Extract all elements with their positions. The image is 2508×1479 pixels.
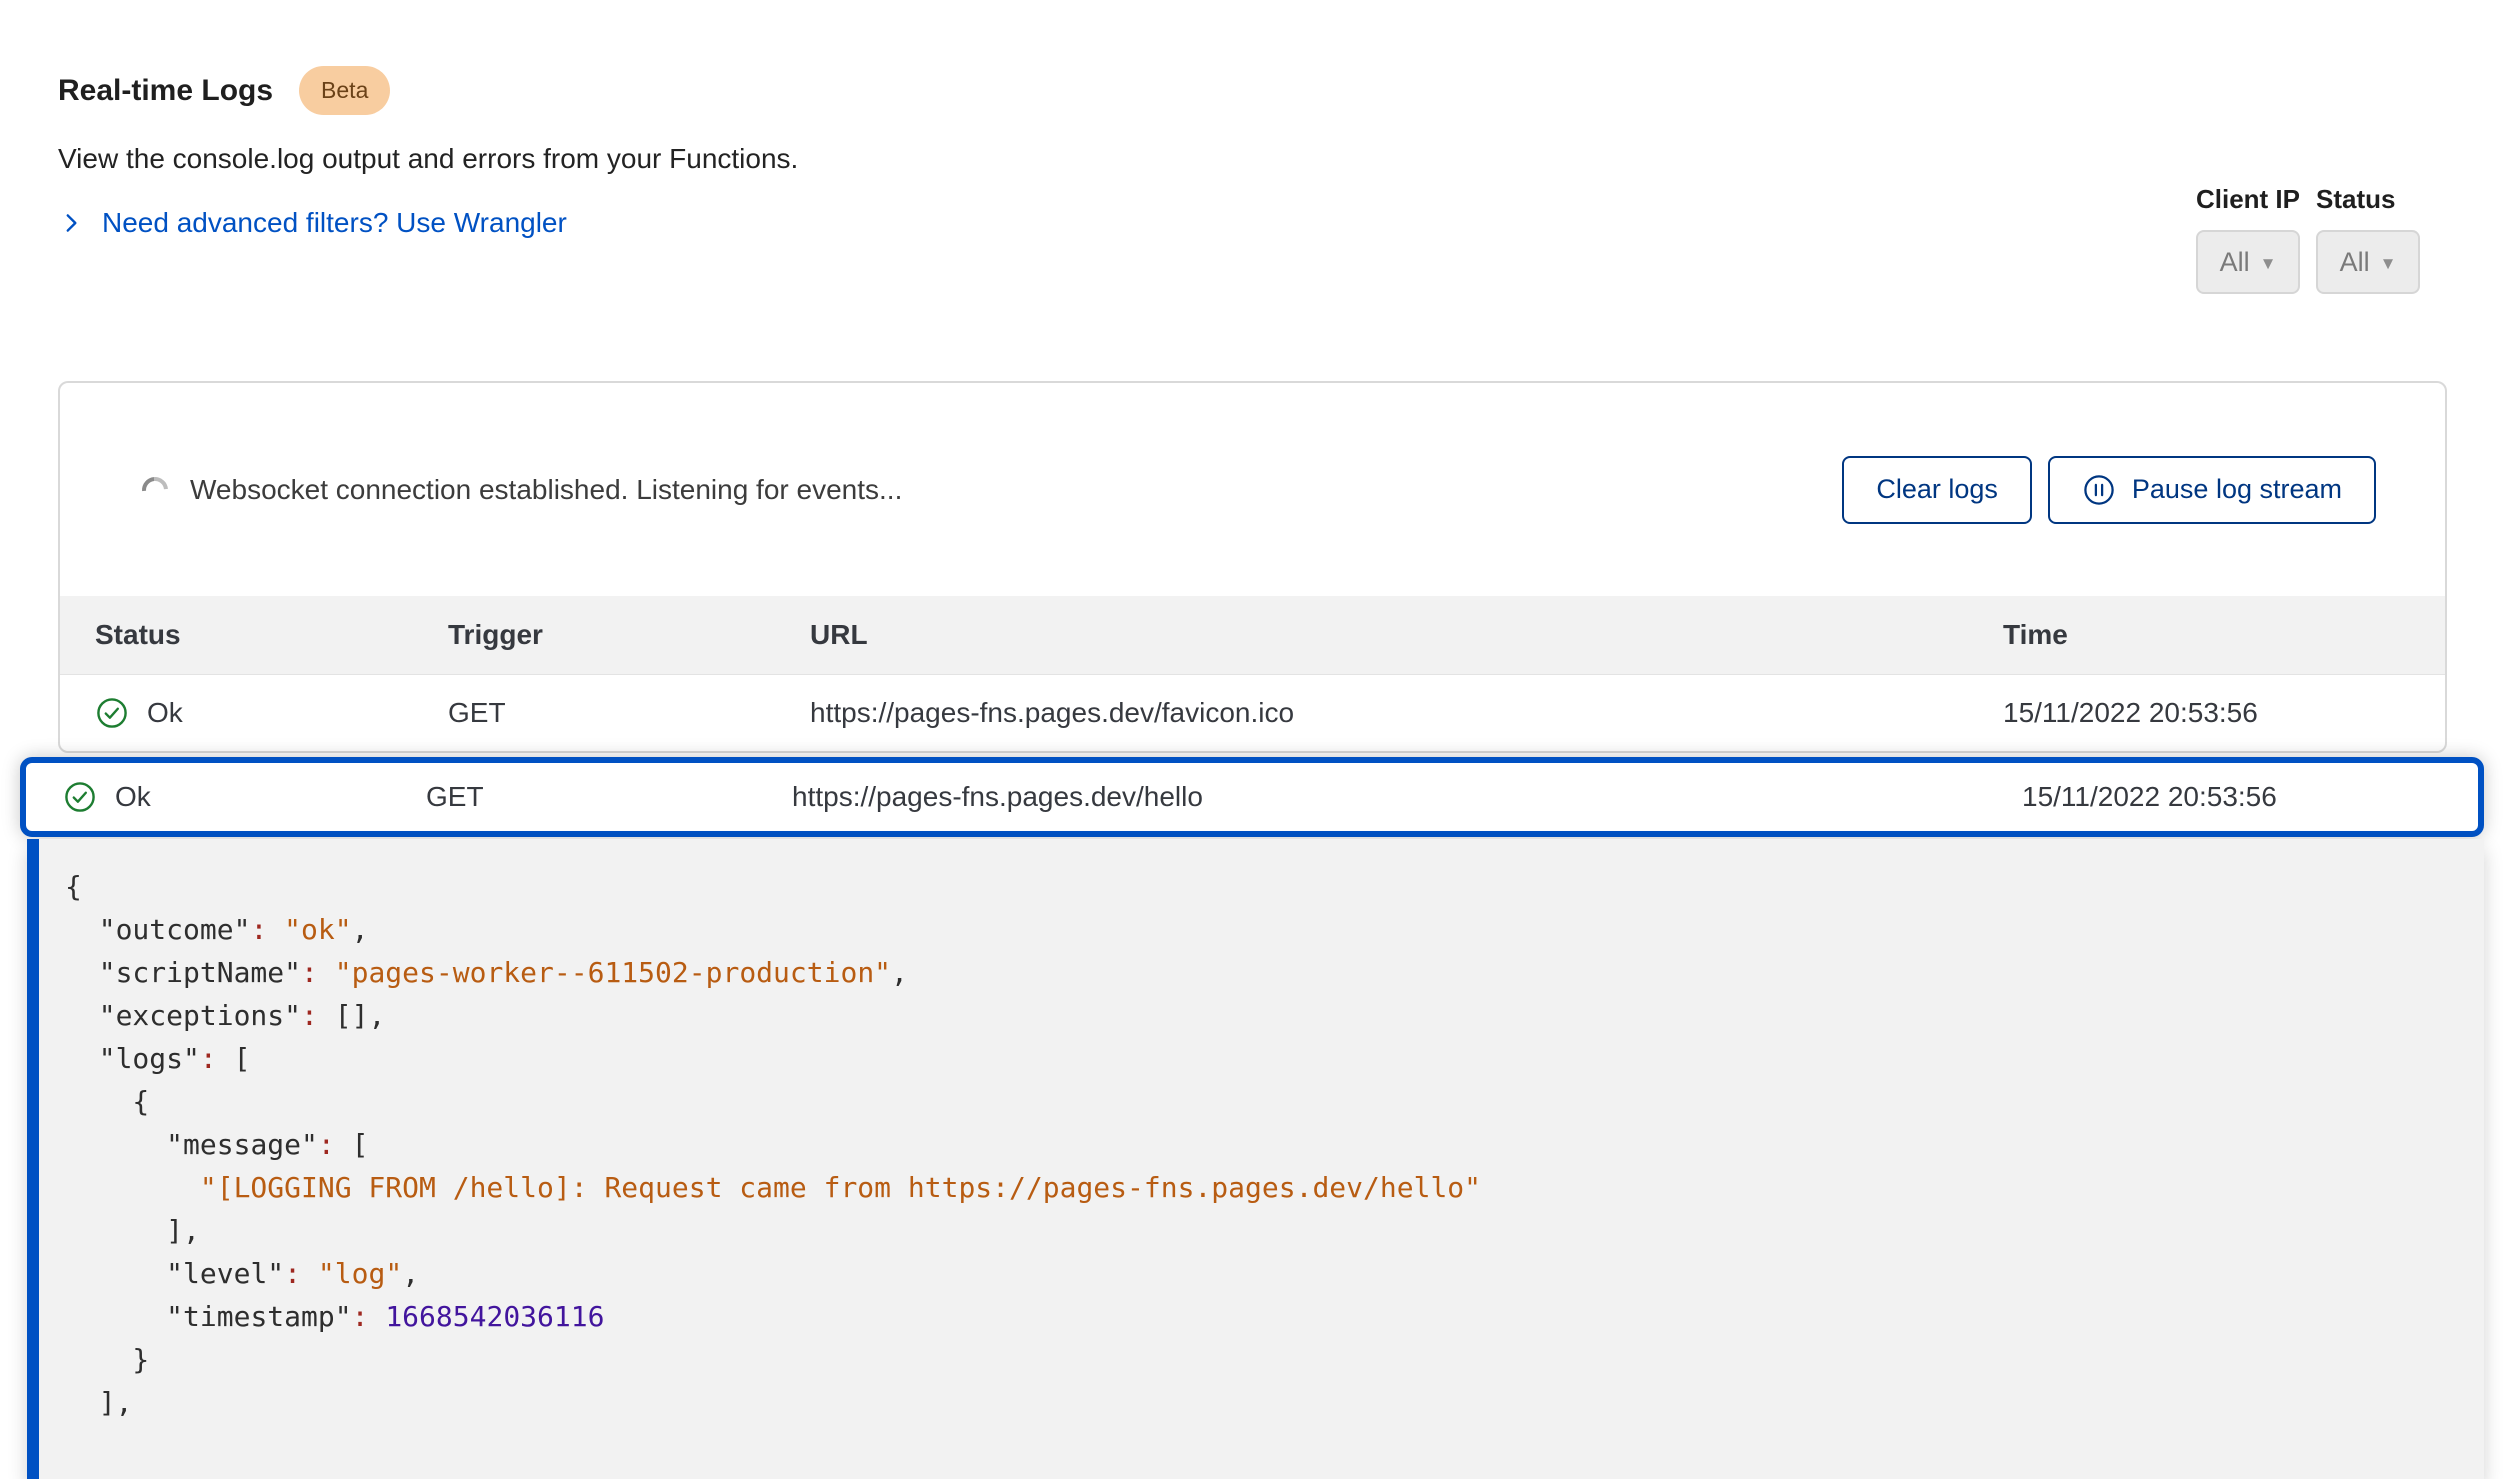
status-filter-value: All xyxy=(2340,247,2370,278)
client-ip-value: All xyxy=(2220,247,2250,278)
check-circle-icon xyxy=(63,780,97,814)
expanded-log-entry: Ok GET https://pages-fns.pages.dev/hello… xyxy=(20,757,2484,1479)
logs-card: Websocket connection established. Listen… xyxy=(58,381,2447,753)
check-circle-icon xyxy=(95,696,129,730)
log-table-header: Status Trigger URL Time xyxy=(60,596,2445,674)
client-ip-dropdown[interactable]: All ▼ xyxy=(2196,230,2300,294)
stream-status-bar: Websocket connection established. Listen… xyxy=(60,383,2445,596)
page-header: Real-time Logs Beta View the console.log… xyxy=(0,0,2508,239)
caret-down-icon: ▼ xyxy=(2380,254,2397,274)
page-subtitle: View the console.log output and errors f… xyxy=(58,143,2508,175)
pause-log-stream-label: Pause log stream xyxy=(2132,474,2342,505)
row-trigger-value: GET xyxy=(426,781,792,813)
wrangler-link-label: Need advanced filters? Use Wrangler xyxy=(102,207,567,239)
log-table-row[interactable]: Ok GET https://pages-fns.pages.dev/favic… xyxy=(60,674,2445,751)
row-time-value: 15/11/2022 20:53:56 xyxy=(2003,697,2410,729)
json-log: { "outcome": "ok", "scriptName": "pages-… xyxy=(65,865,2484,1424)
row-time-value: 15/11/2022 20:53:56 xyxy=(2022,781,2441,813)
status-dropdown[interactable]: All ▼ xyxy=(2316,230,2420,294)
stream-status-message: Websocket connection established. Listen… xyxy=(190,474,1842,506)
clear-logs-button[interactable]: Clear logs xyxy=(1842,456,2032,524)
client-ip-label: Client IP xyxy=(2196,182,2300,216)
beta-badge: Beta xyxy=(299,66,390,115)
pause-log-stream-button[interactable]: Pause log stream xyxy=(2048,456,2376,524)
row-trigger-value: GET xyxy=(448,697,810,729)
expanded-log-row[interactable]: Ok GET https://pages-fns.pages.dev/hello… xyxy=(20,757,2484,837)
log-filters: Client IP All ▼ Status All ▼ xyxy=(2196,182,2420,294)
column-header-trigger: Trigger xyxy=(448,619,810,651)
column-header-time: Time xyxy=(2003,619,2410,651)
caret-down-icon: ▼ xyxy=(2260,254,2277,274)
column-header-url: URL xyxy=(810,619,2003,651)
row-status-value: Ok xyxy=(147,697,183,729)
row-url-value: https://pages-fns.pages.dev/hello xyxy=(792,781,2022,813)
page-title: Real-time Logs xyxy=(58,74,273,108)
row-status-value: Ok xyxy=(115,781,151,813)
chevron-right-icon xyxy=(58,210,84,236)
pause-circle-icon xyxy=(2082,473,2116,507)
log-detail-panel: { "outcome": "ok", "scriptName": "pages-… xyxy=(27,839,2484,1479)
status-filter-label: Status xyxy=(2316,182,2420,216)
loading-spinner-icon xyxy=(137,471,174,508)
wrangler-link[interactable]: Need advanced filters? Use Wrangler xyxy=(58,207,567,239)
column-header-status: Status xyxy=(95,619,448,651)
row-url-value: https://pages-fns.pages.dev/favicon.ico xyxy=(810,697,2003,729)
clear-logs-label: Clear logs xyxy=(1876,474,1998,505)
